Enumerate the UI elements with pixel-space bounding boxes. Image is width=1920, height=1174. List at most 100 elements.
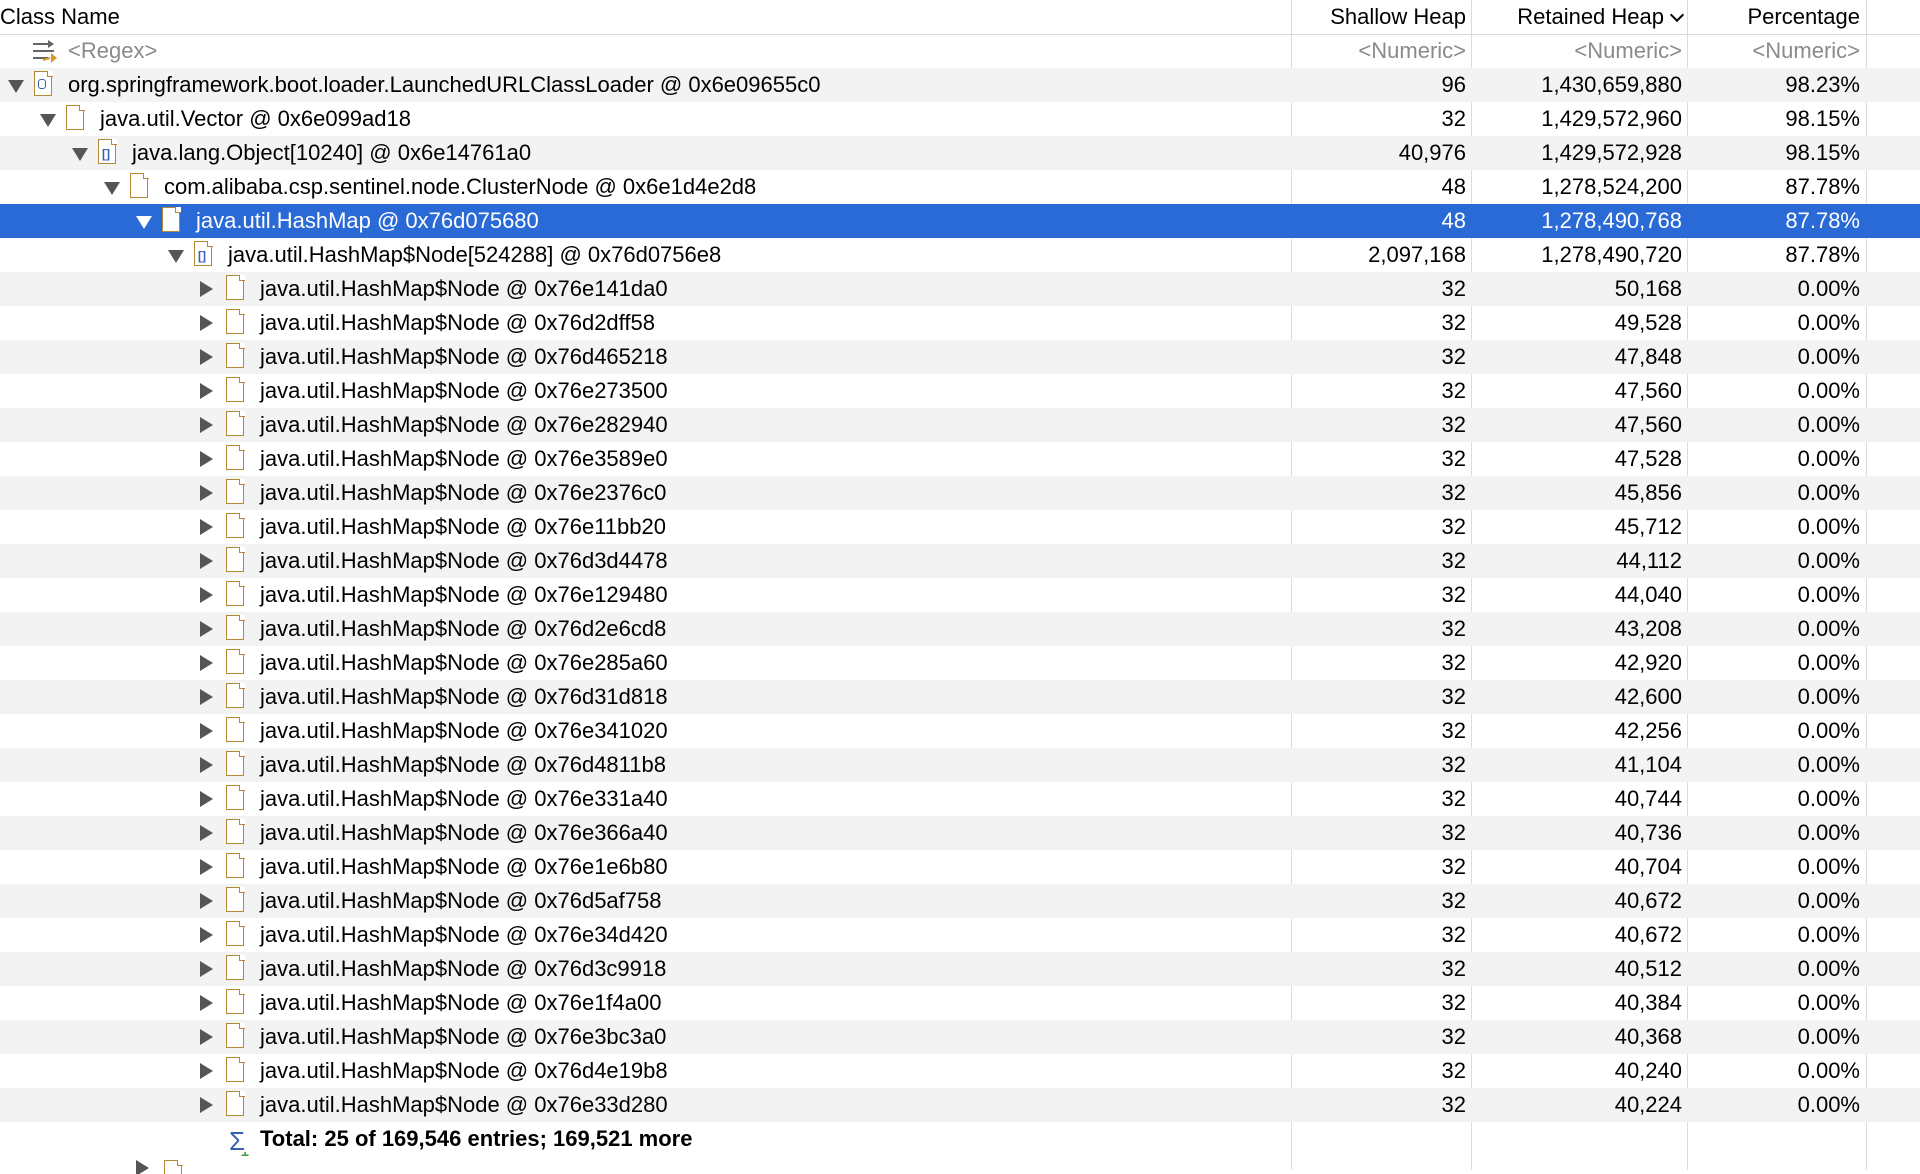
table-row[interactable]: java.util.HashMap$Node @ 0x76d5af758 32 40…	[0, 884, 1920, 918]
table-row[interactable]: java.util.HashMap$Node @ 0x76e341020 32 42…	[0, 714, 1920, 748]
expand-icon[interactable]	[200, 383, 213, 399]
object-label: java.util.HashMap$Node @ 0x76d4811b8	[260, 752, 666, 777]
percentage-cell: 0.00%	[1797, 650, 1860, 675]
table-row[interactable]: java.util.HashMap$Node @ 0x76d2e6cd8 32 43…	[0, 612, 1920, 646]
header-shallow-heap[interactable]: Shallow Heap	[1292, 0, 1470, 34]
table-row[interactable]: java.util.HashMap$Node @ 0x76d4e19b8 32 40…	[0, 1054, 1920, 1088]
collapse-icon[interactable]	[72, 148, 88, 161]
expand-icon[interactable]	[200, 995, 213, 1011]
expand-icon[interactable]	[200, 757, 213, 773]
expand-icon[interactable]	[200, 485, 213, 501]
percentage-cell: 0.00%	[1797, 786, 1860, 811]
expand-icon[interactable]	[200, 349, 213, 365]
expand-icon[interactable]	[200, 723, 213, 739]
expand-icon[interactable]	[200, 553, 213, 569]
table-row[interactable]: java.util.HashMap$Node @ 0x76e1e6b80 32 40…	[0, 850, 1920, 884]
expand-icon[interactable]	[200, 315, 213, 331]
expand-icon[interactable]	[200, 825, 213, 841]
shallow-heap-cell: 32	[1441, 1024, 1466, 1049]
expand-icon[interactable]	[200, 791, 213, 807]
retained-heap-cell: 47,848	[1614, 344, 1682, 369]
table-row[interactable]: java.util.HashMap$Node @ 0x76e33d280 32 40…	[0, 1088, 1920, 1122]
expand-icon[interactable]	[200, 281, 213, 297]
table-row[interactable]: java.util.HashMap$Node @ 0x76e141da0 32 50…	[0, 272, 1920, 306]
object-icon	[226, 308, 245, 334]
expand-icon[interactable]	[200, 1063, 213, 1079]
table-row[interactable]: java.util.HashMap$Node @ 0x76e331a40 32 40…	[0, 782, 1920, 816]
table-row[interactable]: java.util.HashMap$Node @ 0x76e34d420 32 40…	[0, 918, 1920, 952]
table-row[interactable]: java.util.HashMap$Node @ 0x76d3c9918 32 40…	[0, 952, 1920, 986]
table-row[interactable]: java.util.HashMap @ 0x76d075680 48 1,278,4…	[0, 204, 1920, 238]
table-row[interactable]: java.util.HashMap$Node @ 0x76e11bb20 32 45…	[0, 510, 1920, 544]
collapse-icon[interactable]	[40, 114, 56, 127]
filter-percentage[interactable]: <Numeric>	[1688, 34, 1866, 68]
percentage-cell: 87.78%	[1785, 208, 1860, 233]
table-row[interactable]: org.springframework.boot.loader.Launched…	[0, 68, 1920, 102]
expand-icon[interactable]	[200, 1097, 213, 1113]
percentage-cell: 98.15%	[1785, 106, 1860, 131]
table-row[interactable]: java.util.HashMap$Node @ 0x76e366a40 32 40…	[0, 816, 1920, 850]
object-label: java.util.HashMap$Node @ 0x76d2dff58	[260, 310, 655, 335]
expand-icon[interactable]	[200, 519, 213, 535]
partially-visible-row[interactable]	[0, 1156, 1920, 1174]
table-row[interactable]: [] java.util.HashMap$Node[524288] @ 0x76d…	[0, 238, 1920, 272]
table-row[interactable]: java.util.HashMap$Node @ 0x76e3bc3a0 32 40…	[0, 1020, 1920, 1054]
table-row[interactable]: java.util.HashMap$Node @ 0x76e273500 32 47…	[0, 374, 1920, 408]
collapse-icon[interactable]	[8, 80, 24, 93]
table-row[interactable]: java.util.HashMap$Node @ 0x76e282940 32 47…	[0, 408, 1920, 442]
collapse-icon[interactable]	[104, 182, 120, 195]
table-row[interactable]: java.util.HashMap$Node @ 0x76d31d818 32 42…	[0, 680, 1920, 714]
filter-class-name[interactable]: <Regex>	[0, 34, 1292, 68]
shallow-heap-cell: 32	[1441, 106, 1466, 131]
object-label: com.alibaba.csp.sentinel.node.ClusterNod…	[164, 174, 757, 199]
retained-heap-cell: 40,672	[1614, 888, 1682, 913]
expand-icon[interactable]	[200, 893, 213, 909]
expand-icon[interactable]	[200, 1029, 213, 1045]
expand-icon[interactable]	[200, 587, 213, 603]
expand-icon[interactable]	[200, 689, 213, 705]
retained-heap-cell: 1,429,572,960	[1541, 106, 1682, 131]
shallow-heap-cell: 32	[1441, 378, 1466, 403]
table-row[interactable]: [] java.lang.Object[10240] @ 0x6e14761a0 4…	[0, 136, 1920, 170]
total-label: Total: 25 of 169,546 entries; 169,521 mo…	[260, 1126, 693, 1151]
object-label: java.util.HashMap$Node @ 0x76d465218	[260, 344, 668, 369]
expand-icon[interactable]	[200, 417, 213, 433]
shallow-heap-cell: 32	[1441, 922, 1466, 947]
object-icon	[226, 682, 245, 708]
header-percentage[interactable]: Percentage	[1688, 0, 1866, 34]
expand-icon[interactable]	[136, 1160, 149, 1174]
object-label: java.util.HashMap$Node @ 0x76d2e6cd8	[260, 616, 667, 641]
retained-heap-cell: 40,744	[1614, 786, 1682, 811]
sigma-expand-icon: Σ +	[229, 1126, 250, 1156]
collapse-icon[interactable]	[136, 216, 152, 229]
table-row[interactable]: java.util.HashMap$Node @ 0x76e1f4a00 32 40…	[0, 986, 1920, 1020]
expand-icon[interactable]	[200, 859, 213, 875]
table-row[interactable]: java.util.HashMap$Node @ 0x76d4811b8 32 41…	[0, 748, 1920, 782]
collapse-icon[interactable]	[168, 250, 184, 263]
shallow-heap-cell: 40,976	[1398, 140, 1466, 165]
object-icon	[226, 1090, 245, 1116]
table-row[interactable]: java.util.HashMap$Node @ 0x76e285a60 32 42…	[0, 646, 1920, 680]
retained-heap-cell: 40,368	[1614, 1024, 1682, 1049]
table-row[interactable]: java.util.HashMap$Node @ 0x76e3589e0 32 47…	[0, 442, 1920, 476]
header-retained-heap[interactable]: Retained Heap	[1472, 0, 1686, 34]
expand-icon[interactable]	[200, 621, 213, 637]
expand-icon[interactable]	[200, 961, 213, 977]
expand-icon[interactable]	[200, 451, 213, 467]
filter-retained-heap[interactable]: <Numeric>	[1472, 34, 1686, 68]
table-row[interactable]: com.alibaba.csp.sentinel.node.ClusterNod…	[0, 170, 1920, 204]
shallow-heap-cell: 32	[1441, 854, 1466, 879]
expand-icon[interactable]	[200, 927, 213, 943]
percentage-cell: 0.00%	[1797, 922, 1860, 947]
table-row[interactable]: java.util.HashMap$Node @ 0x76e129480 32 44…	[0, 578, 1920, 612]
expand-icon[interactable]	[200, 655, 213, 671]
table-row[interactable]: java.util.HashMap$Node @ 0x76d3d4478 32 44…	[0, 544, 1920, 578]
filter-shallow-heap[interactable]: <Numeric>	[1292, 34, 1470, 68]
table-row[interactable]: java.util.HashMap$Node @ 0x76d465218 32 47…	[0, 340, 1920, 374]
header-class-name[interactable]: Class Name	[0, 0, 1292, 34]
table-row[interactable]: java.util.HashMap$Node @ 0x76e2376c0 32 45…	[0, 476, 1920, 510]
table-row[interactable]: java.util.Vector @ 0x6e099ad18 32 1,429,57…	[0, 102, 1920, 136]
total-row[interactable]: Σ + Total: 25 of 169,546 entries; 169,521…	[0, 1122, 1920, 1156]
object-label: java.util.HashMap$Node @ 0x76e129480	[260, 582, 668, 607]
table-row[interactable]: java.util.HashMap$Node @ 0x76d2dff58 32 49…	[0, 306, 1920, 340]
